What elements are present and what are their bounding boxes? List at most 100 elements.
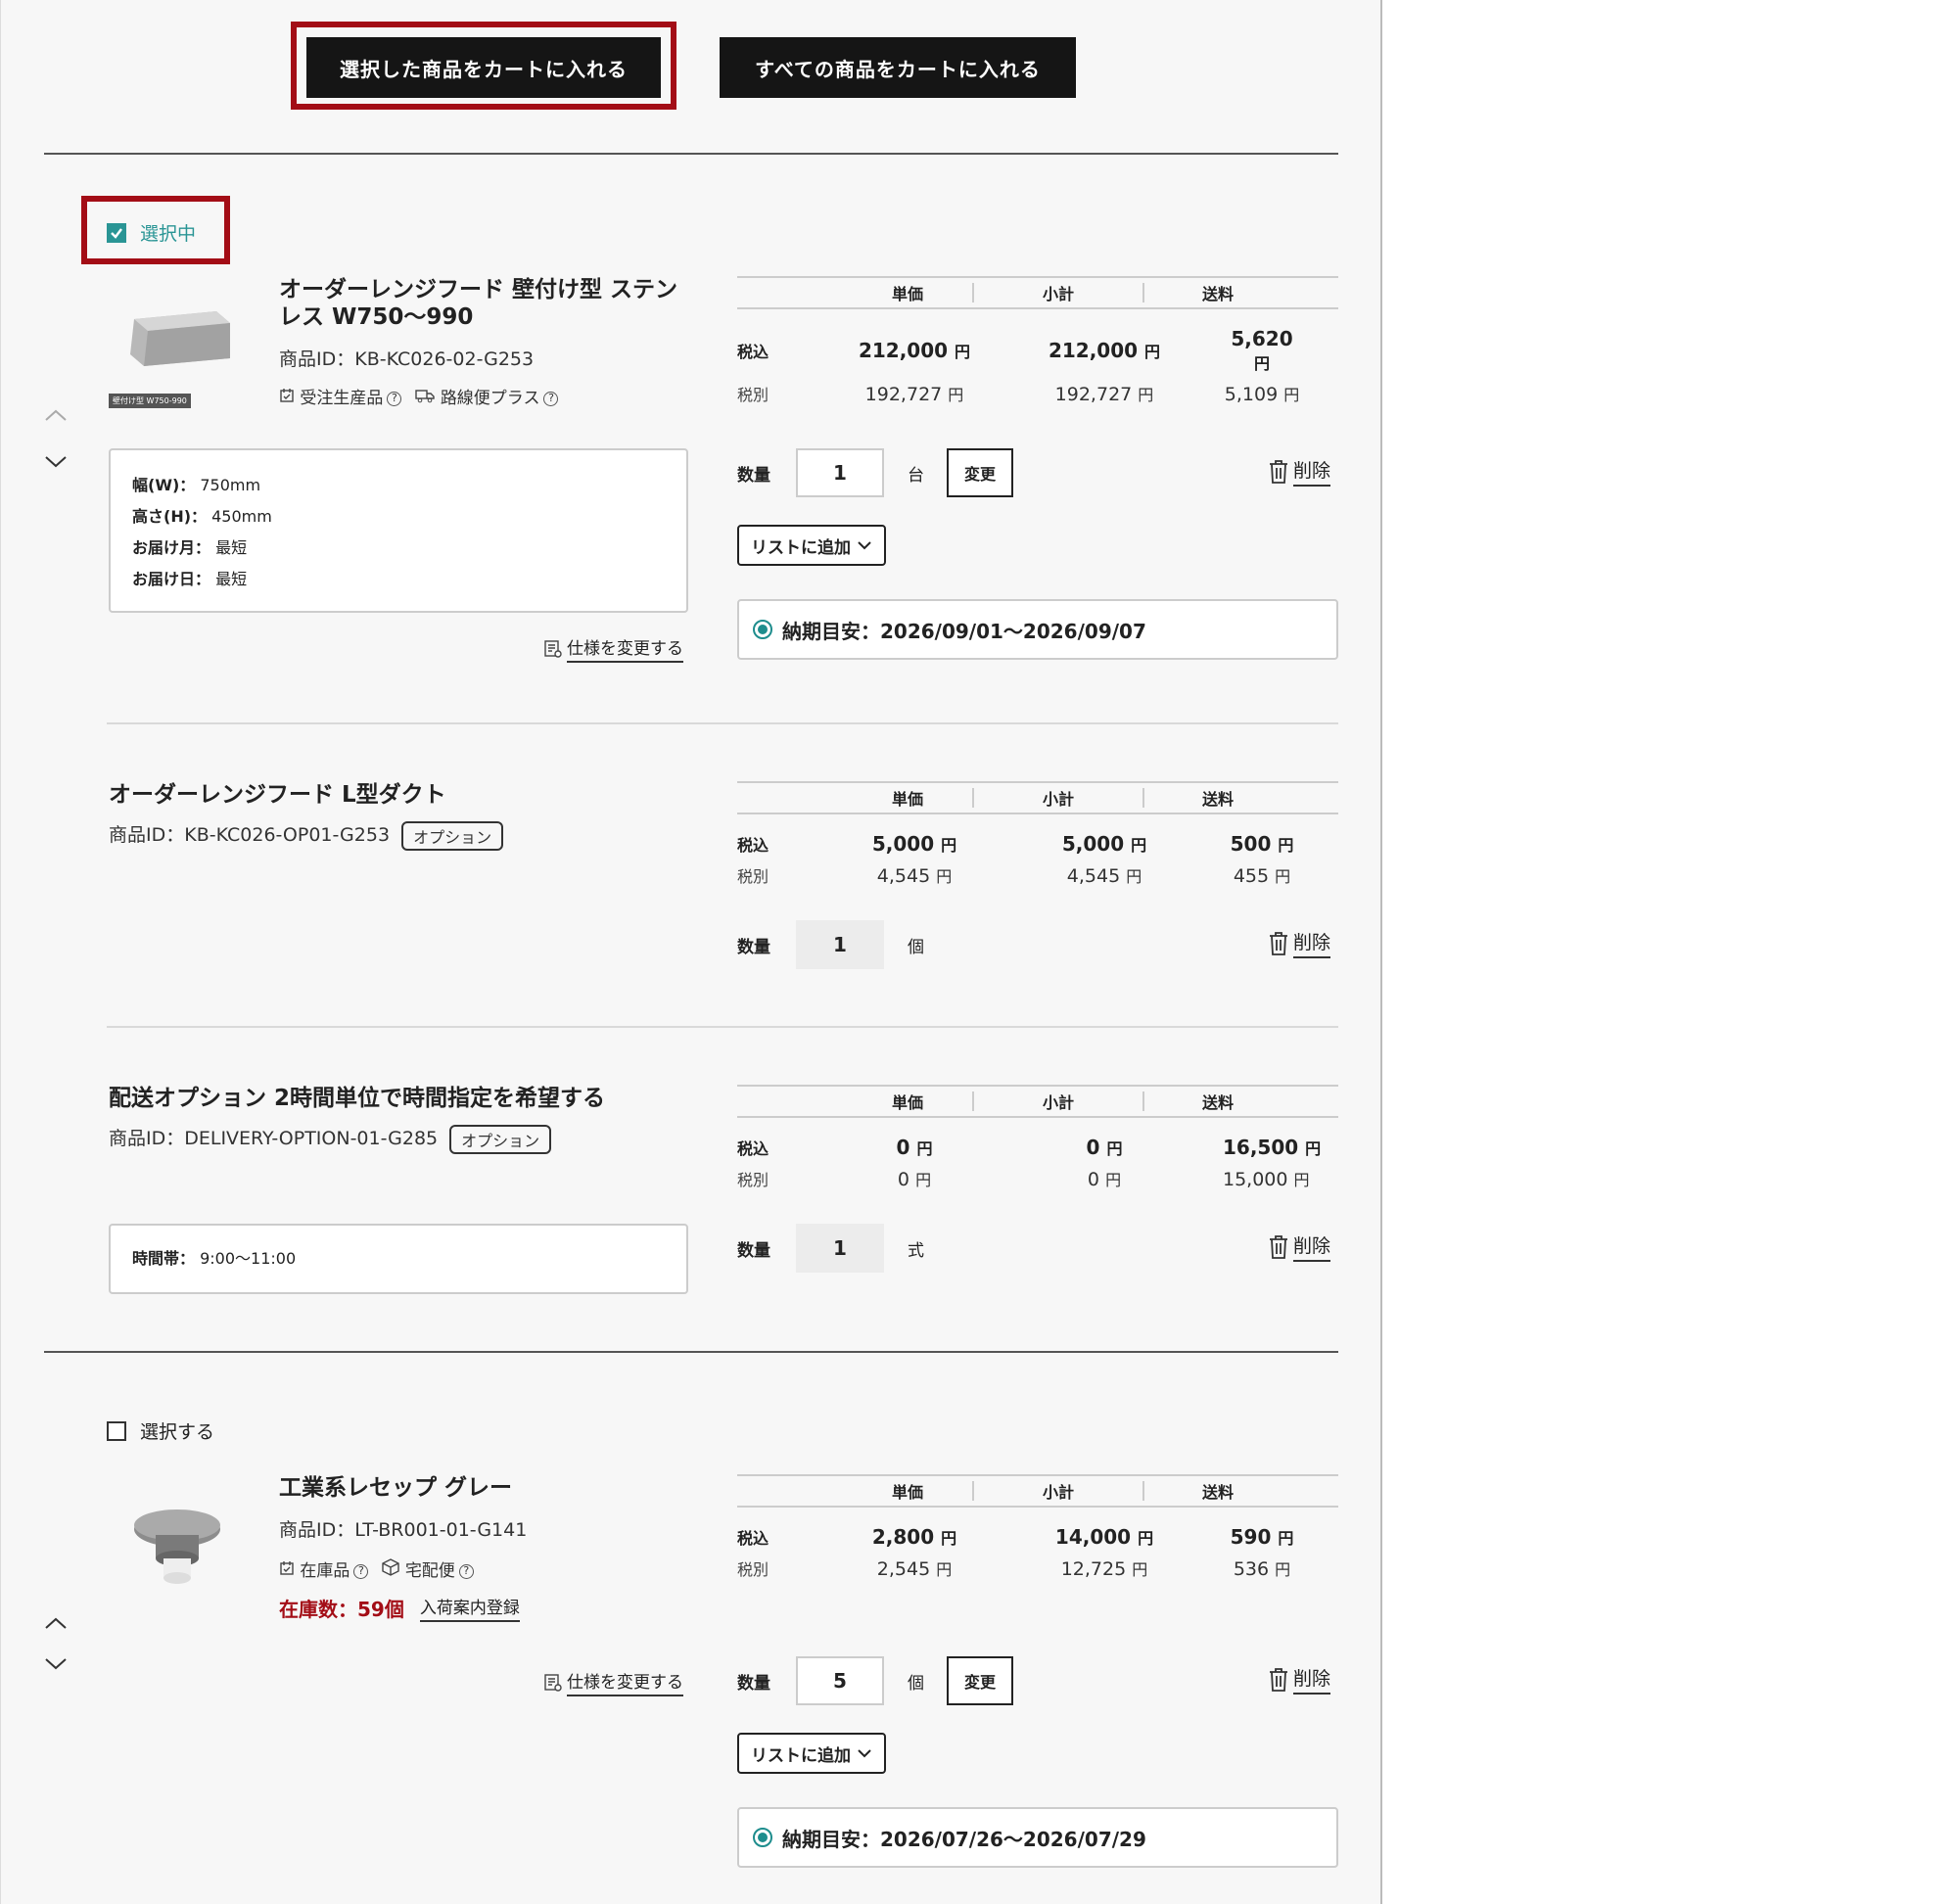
badge-made-to-order[interactable]: 受注生産品? (279, 384, 402, 408)
change-quantity-button[interactable]: 変更 (947, 448, 1013, 497)
trash-icon (1270, 1234, 1287, 1259)
calendar-icon (280, 1561, 294, 1575)
help-icon[interactable]: ? (387, 391, 402, 406)
tax-ex-label: 税別 (737, 1171, 769, 1189)
help-icon[interactable]: ? (353, 1563, 369, 1579)
product-thumbnail[interactable]: 壁付け型 W750-990 (107, 294, 230, 411)
badge-label: 受注生産品 (300, 389, 384, 408)
badge-label: 宅配便 (404, 1561, 455, 1581)
quantity-label: 数量 (737, 465, 770, 486)
delete-button[interactable]: 削除 (1268, 456, 1331, 487)
select-checkbox-group2[interactable]: 選択する (107, 1417, 214, 1444)
product-thumbnail[interactable] (130, 1502, 228, 1590)
header-subtotal: 小計 (1042, 285, 1074, 303)
move-up-icon[interactable] (44, 403, 68, 428)
product-title[interactable]: オーダーレンジフード 壁付け型 ステン レス W750〜990 (279, 276, 677, 331)
checkbox-checked[interactable] (107, 222, 126, 243)
select-checkbox-group1[interactable]: 選択中 (107, 219, 196, 246)
quantity-input[interactable]: 5 (796, 1656, 884, 1705)
tax-in-label: 税込 (737, 836, 769, 855)
quantity-unit: 個 (908, 1673, 924, 1694)
price-table: 単価 小計 送料 税込 0 円 0 円 16,500 円 税別 0 円 0 円 … (737, 1085, 1338, 1190)
move-up-icon[interactable] (44, 1611, 68, 1636)
thumb-label: 壁付け型 W750-990 (109, 394, 191, 408)
tax-ex-label: 税別 (737, 1560, 769, 1579)
badge-in-stock[interactable]: 在庫品? (279, 1556, 369, 1581)
change-quantity-button[interactable]: 変更 (947, 1656, 1013, 1705)
chevron-down-icon (858, 1749, 871, 1758)
quantity-row: 数量 1 台 変更 (737, 448, 1013, 497)
product-id: 商品ID：KB-KC026-OP01-G253 (109, 824, 391, 846)
quantity-unit: 個 (908, 937, 924, 957)
calendar-icon (280, 389, 294, 402)
help-icon[interactable]: ? (543, 391, 559, 406)
quantity-input[interactable]: 1 (796, 448, 884, 497)
tax-ex-label: 税別 (737, 386, 769, 404)
subtotal-tax-ex: 4,545 (1066, 865, 1121, 887)
quantity-label: 数量 (737, 937, 770, 957)
spec-row: 時間帯： 9:00〜11:00 (132, 1249, 297, 1268)
shipping-tax-ex: 15,000 (1223, 1169, 1288, 1190)
unit-price-tax-in: 2,800 (871, 1525, 935, 1549)
spec-row: お届け日： 最短 (132, 570, 248, 588)
change-spec-link[interactable]: 仕様を変更する (543, 1668, 683, 1696)
shipping-tax-in: 16,500 (1223, 1136, 1299, 1159)
move-down-icon[interactable] (44, 450, 68, 475)
product-title[interactable]: 配送オプション 2時間単位で時間指定を希望する (109, 1085, 605, 1112)
stock-count: 在庫数：59個 (279, 1598, 404, 1621)
change-spec-link[interactable]: 仕様を変更する (543, 634, 683, 663)
add-all-to-cart-button[interactable]: すべての商品をカートに入れる (720, 37, 1076, 98)
header-shipping: 送料 (1201, 285, 1234, 303)
shipping-tax-in: 500 (1230, 832, 1272, 856)
add-to-list-button[interactable]: リストに追加 (737, 1733, 886, 1774)
selected-label: 選択中 (140, 223, 197, 245)
check-icon (111, 227, 122, 239)
checkbox-unchecked[interactable] (107, 1420, 126, 1441)
subtotal-tax-in: 212,000 (1048, 339, 1139, 362)
subtotal-tax-in: 14,000 (1054, 1525, 1132, 1549)
quantity-label: 数量 (737, 1673, 770, 1694)
shipping-tax-in: 590 (1230, 1525, 1272, 1549)
product-title[interactable]: オーダーレンジフード L型ダクト (109, 781, 446, 809)
delete-button[interactable]: 削除 (1268, 1231, 1331, 1262)
product-badges: 受注生産品? 路線便プラス? (279, 384, 559, 408)
quantity-label: 数量 (737, 1240, 770, 1261)
tax-in-label: 税込 (737, 343, 769, 361)
product-title[interactable]: 工業系レセップ グレー (279, 1474, 512, 1502)
badge-label: 在庫品 (300, 1561, 350, 1581)
product-title-line2: レス W750〜990 (279, 304, 474, 330)
unit-price-tax-in: 0 (896, 1136, 910, 1159)
restock-notice-link[interactable]: 入荷案内登録 (419, 1594, 520, 1622)
chevron-down-icon (858, 541, 871, 550)
trash-icon (1270, 1667, 1287, 1692)
radio-selected-icon (753, 620, 772, 639)
unit-price-tax-in: 212,000 (858, 339, 949, 362)
price-table: 単価 小計 送料 税込 5,000 円 5,000 円 500 円 税別 4,5… (737, 781, 1338, 887)
spec-row: 幅(W)： 750mm (132, 476, 261, 494)
tax-ex-label: 税別 (737, 867, 769, 886)
delivery-estimate: 納期目安：2026/07/26〜2026/07/29 (737, 1807, 1338, 1868)
header-shipping: 送料 (1201, 1483, 1234, 1502)
cart-page: 選択した商品をカートに入れる すべての商品をカートに入れる 選択中 壁付け型 W… (0, 0, 1382, 1904)
spec-box: 幅(W)： 750mm 高さ(H)： 450mm お届け月： 最短 お届け日： … (109, 448, 688, 613)
subtotal-tax-ex: 192,727 (1054, 384, 1133, 405)
tax-in-label: 税込 (737, 1139, 769, 1158)
delete-button[interactable]: 削除 (1268, 928, 1331, 958)
divider (44, 1351, 1338, 1353)
product-id-row: 商品ID：DELIVERY-OPTION-01-G285 オプション (109, 1124, 552, 1154)
shipping-tax-ex: 455 (1233, 865, 1270, 887)
move-down-icon[interactable] (44, 1652, 68, 1677)
subtotal-tax-in: 5,000 (1061, 832, 1125, 856)
badge-parcel[interactable]: 宅配便? (382, 1556, 474, 1581)
quantity-row: 数量 1 個 (737, 920, 947, 969)
add-to-list-button[interactable]: リストに追加 (737, 525, 886, 566)
trash-icon (1270, 931, 1287, 955)
subtotal-tax-in: 0 (1086, 1136, 1100, 1159)
quantity-row: 数量 5 個 変更 (737, 1656, 1013, 1705)
help-icon[interactable]: ? (458, 1563, 474, 1579)
badge-freight[interactable]: 路線便プラス? (415, 384, 559, 408)
header-subtotal: 小計 (1042, 1093, 1074, 1112)
delete-button[interactable]: 削除 (1268, 1664, 1331, 1695)
header-shipping: 送料 (1201, 790, 1234, 809)
add-selected-to-cart-button[interactable]: 選択した商品をカートに入れる (306, 37, 661, 98)
